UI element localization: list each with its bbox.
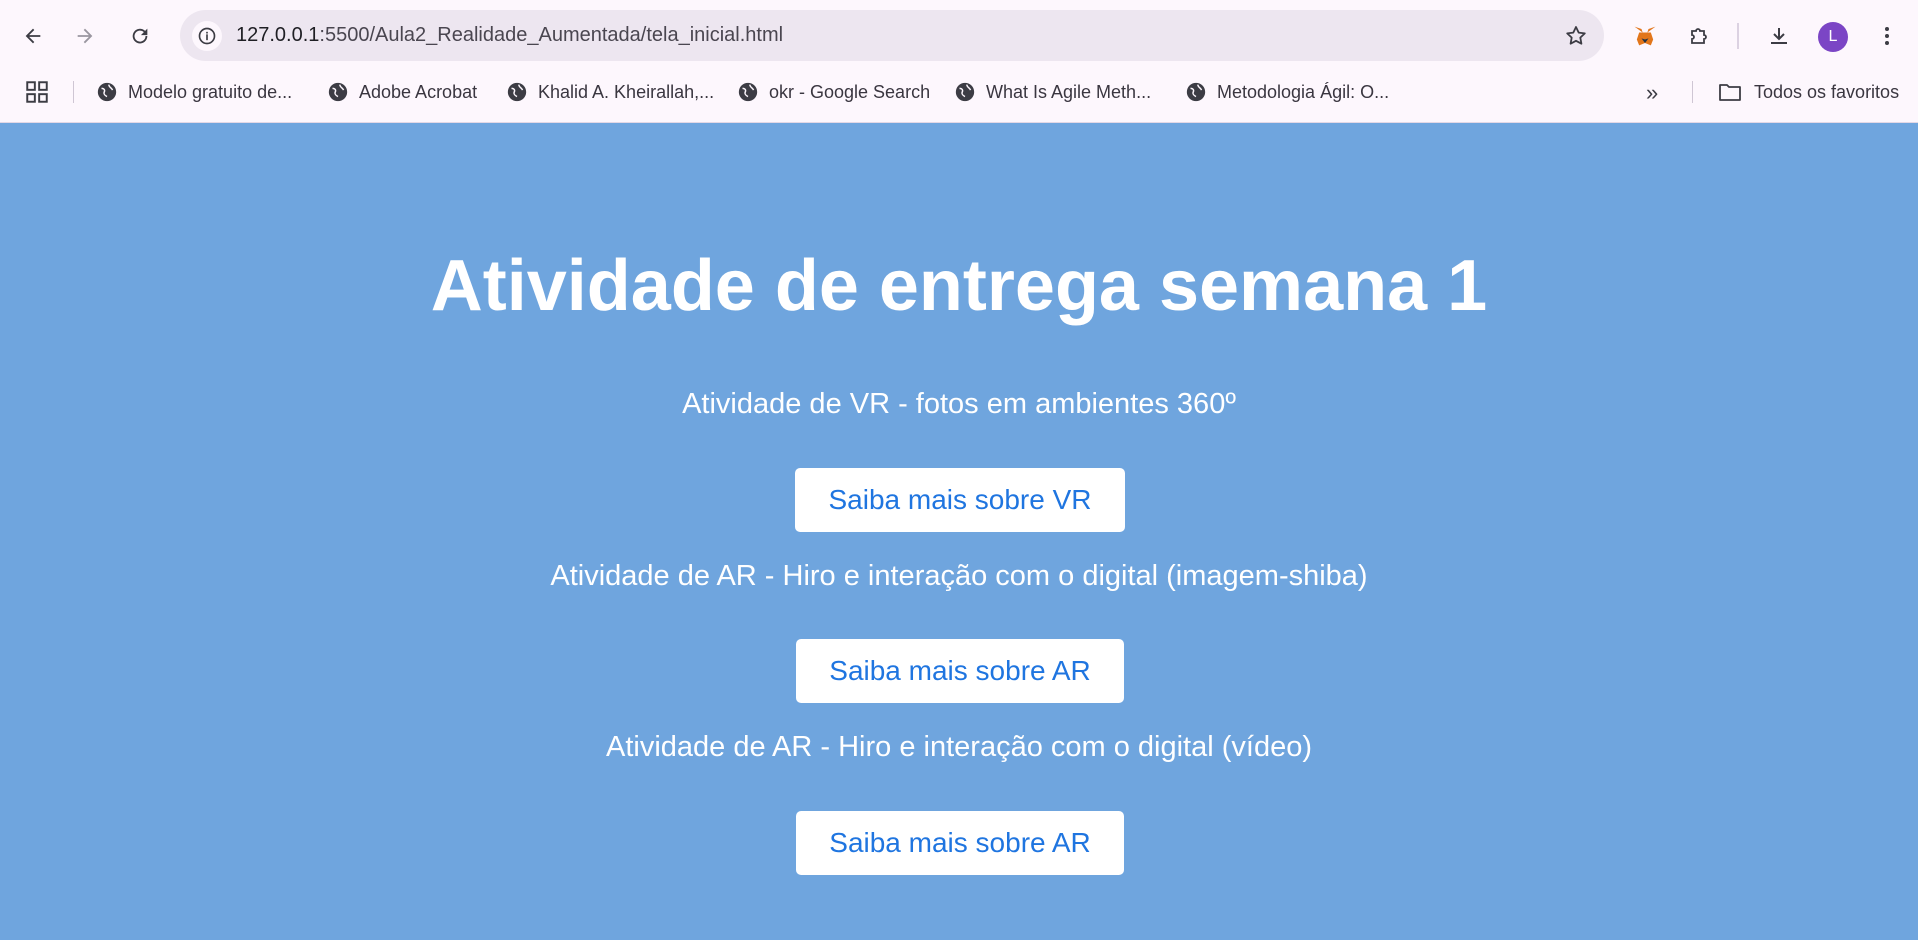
all-bookmarks-label: Todos os favoritos bbox=[1754, 81, 1900, 102]
reload-icon[interactable] bbox=[121, 17, 159, 55]
bookmark-item[interactable]: What Is Agile Meth... bbox=[954, 78, 1151, 106]
forward-icon[interactable] bbox=[66, 17, 104, 55]
page-content: Atividade de entrega semana 1 Atividade … bbox=[0, 123, 1918, 940]
activity-vr-description: Atividade de VR - fotos em ambientes 360… bbox=[682, 388, 1236, 420]
bookmark-label: What Is Agile Meth... bbox=[986, 81, 1152, 102]
back-icon[interactable] bbox=[14, 17, 52, 55]
globe-icon bbox=[328, 82, 348, 102]
bookmark-label: Modelo gratuito de... bbox=[128, 81, 293, 102]
address-bar[interactable]: 127.0.0.1:5500/Aula2_Realidade_Aumentada… bbox=[180, 10, 1604, 61]
bookmark-item[interactable]: Metodologia Ágil: O... bbox=[1185, 78, 1389, 106]
learn-more-ar-image-button[interactable]: Saiba mais sobre AR bbox=[796, 639, 1124, 703]
bookmark-label: okr - Google Search bbox=[769, 81, 931, 102]
globe-icon bbox=[97, 82, 117, 102]
bookmark-label: Adobe Acrobat bbox=[359, 81, 478, 102]
bookmark-item[interactable]: Adobe Acrobat bbox=[327, 78, 477, 106]
url-text[interactable]: 127.0.0.1:5500/Aula2_Realidade_Aumentada… bbox=[236, 24, 783, 47]
bookmark-star-icon[interactable] bbox=[1562, 22, 1590, 50]
all-bookmarks-folder[interactable]: Todos os favoritos bbox=[1718, 78, 1899, 106]
folder-icon bbox=[1719, 84, 1741, 101]
activity-ar-video-description: Atividade de AR - Hiro e interação com o… bbox=[605, 731, 1312, 763]
bookmark-label: Metodologia Ágil: O... bbox=[1217, 81, 1390, 102]
activity-ar-image-description: Atividade de AR - Hiro e interação com o… bbox=[550, 560, 1368, 592]
globe-icon bbox=[738, 82, 758, 102]
bookmark-item[interactable]: Modelo gratuito de... bbox=[96, 78, 292, 106]
toolbar-divider bbox=[1737, 23, 1739, 49]
url-host: 127.0.0.1 bbox=[236, 24, 320, 46]
globe-icon bbox=[1186, 82, 1206, 102]
bookmarks-overflow-chevron-icon[interactable]: » bbox=[1646, 80, 1658, 106]
kebab-menu-icon[interactable] bbox=[1868, 17, 1906, 55]
browser-toolbar: 127.0.0.1:5500/Aula2_Realidade_Aumentada… bbox=[0, 0, 1918, 123]
globe-icon bbox=[955, 82, 975, 102]
download-icon[interactable] bbox=[1760, 17, 1798, 55]
bookmarks-divider bbox=[73, 81, 74, 103]
url-path: :5500/Aula2_Realidade_Aumentada/tela_ini… bbox=[319, 24, 784, 46]
learn-more-ar-video-button[interactable]: Saiba mais sobre AR bbox=[796, 811, 1124, 875]
metamask-fox-icon[interactable] bbox=[1626, 17, 1664, 55]
apps-grid-icon[interactable] bbox=[24, 79, 50, 105]
bookmark-label: Khalid A. Kheirallah,... bbox=[538, 81, 715, 102]
learn-more-vr-button[interactable]: Saiba mais sobre VR bbox=[795, 468, 1125, 532]
globe-icon bbox=[507, 82, 527, 102]
site-info-icon[interactable] bbox=[192, 21, 222, 51]
bookmark-item[interactable]: Khalid A. Kheirallah,... bbox=[506, 78, 714, 106]
extensions-icon[interactable] bbox=[1680, 17, 1718, 55]
bookmark-item[interactable]: okr - Google Search bbox=[737, 78, 930, 106]
page-title: Atividade de entrega semana 1 bbox=[430, 246, 1488, 326]
bookmarks-bar: Modelo gratuito de... Adobe Acrobat Khal… bbox=[0, 72, 1918, 110]
profile-avatar[interactable]: L bbox=[1818, 22, 1848, 52]
bookmarks-divider bbox=[1692, 81, 1693, 103]
